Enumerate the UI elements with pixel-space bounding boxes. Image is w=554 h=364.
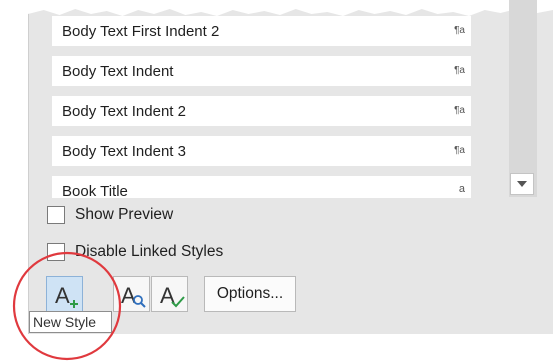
options-button[interactable]: Options... [204,276,296,312]
character-style-icon: a [458,183,465,195]
style-item-book-title[interactable]: Book Title a [52,176,471,200]
style-item-label: Body Text First Indent 2 [62,23,220,40]
style-item-label: Body Text Indent 2 [62,103,186,120]
paragraph-style-icon: ¶a [454,105,465,116]
svg-text:A: A [55,283,70,308]
paragraph-style-icon: ¶a [454,145,465,156]
style-item-label: Book Title [62,183,128,200]
style-inspector-icon: A [121,283,146,308]
disable-linked-styles-checkbox[interactable] [47,243,65,261]
paragraph-style-icon: ¶a [454,25,465,36]
show-preview-checkbox[interactable] [47,206,65,224]
show-preview-label: Show Preview [75,206,174,223]
style-item-label: Body Text Indent [62,63,174,80]
style-item-label: Body Text Indent 3 [62,143,186,160]
style-item-body-text-indent-2[interactable]: Body Text Indent 2 ¶a [52,96,471,126]
new-style-tooltip: New Style [29,311,112,333]
new-style-icon: A [55,283,78,308]
chevron-down-icon [517,181,527,187]
style-inspector-button[interactable]: A [113,276,150,312]
svg-text:A: A [160,283,175,308]
style-item-body-text-indent-3[interactable]: Body Text Indent 3 ¶a [52,136,471,166]
manage-styles-button[interactable]: A [151,276,188,312]
styles-list-scrollbar[interactable] [509,0,537,197]
paragraph-style-icon: ¶a [454,65,465,76]
style-item-body-text-indent[interactable]: Body Text Indent ¶a [52,56,471,86]
style-item-body-text-first-indent-2[interactable]: Body Text First Indent 2 ¶a [52,16,471,46]
new-style-button[interactable]: A [46,276,83,312]
scroll-down-button[interactable] [510,173,534,195]
disable-linked-styles-label: Disable Linked Styles [75,243,224,260]
svg-text:A: A [121,283,136,308]
manage-styles-icon: A [160,283,185,308]
